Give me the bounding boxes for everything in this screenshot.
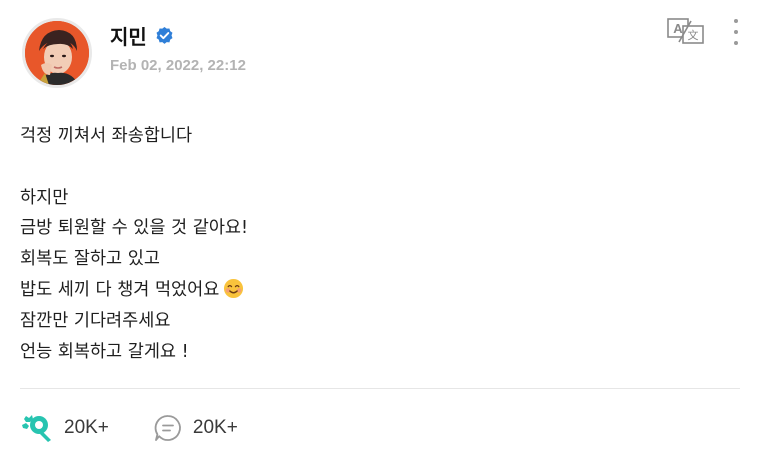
author-name[interactable]: 지민: [110, 21, 147, 50]
verified-badge-icon: [156, 26, 173, 44]
footer-divider: [20, 388, 740, 389]
post-line-blank: [20, 152, 720, 183]
comment-icon: [154, 415, 181, 441]
post-header: 지민 Feb 02, 2022, 22:12 A 文: [22, 18, 747, 90]
post-timestamp: Feb 02, 2022, 22:12: [110, 57, 246, 74]
post-line: 언능 회복하고 갈게요 !: [20, 341, 189, 362]
translate-icon: A 文: [667, 18, 704, 44]
svg-text:A: A: [673, 21, 683, 36]
post-line-text: 밥도 세끼 다 챙겨 먹었어요: [20, 279, 220, 300]
light-stick-icon: [22, 415, 51, 442]
post-line: 걱정 끼쳐서 좌송합니다: [20, 126, 193, 146]
more-options-button[interactable]: [729, 16, 743, 48]
post-line-with-emoji: 밥도 세끼 다 챙겨 먹었어요: [20, 275, 720, 306]
post-line: 금방 퇴원할 수 있을 것 같아요!: [20, 218, 249, 239]
author-avatar[interactable]: [22, 18, 92, 88]
like-count: 20K+: [64, 417, 109, 438]
more-vertical-icon-dot: [734, 19, 738, 23]
comment-count: 20K+: [192, 417, 238, 438]
smiling-face-emoji: [224, 278, 244, 299]
post-actions: 20K+ 20K+: [20, 410, 282, 446]
more-vertical-icon-dot: [734, 41, 738, 45]
author-name-row: 지민: [110, 21, 174, 50]
translate-button[interactable]: A 文: [667, 18, 707, 44]
svg-text:文: 文: [688, 28, 699, 42]
avatar-image: [25, 21, 89, 85]
comment-button[interactable]: 20K+: [153, 413, 238, 443]
post-line: 잠깐만 기다려주세요: [20, 310, 171, 331]
post-line: 회복도 잘하고 있고: [20, 249, 160, 270]
like-button[interactable]: 20K+: [20, 413, 109, 443]
more-vertical-icon-dot: [734, 30, 738, 34]
post-body: 걱정 끼쳐서 좌송합니다 하지만 금방 퇴원할 수 있을 것 같아요! 회복도 …: [20, 121, 720, 367]
post-line: 하지만: [20, 187, 69, 208]
